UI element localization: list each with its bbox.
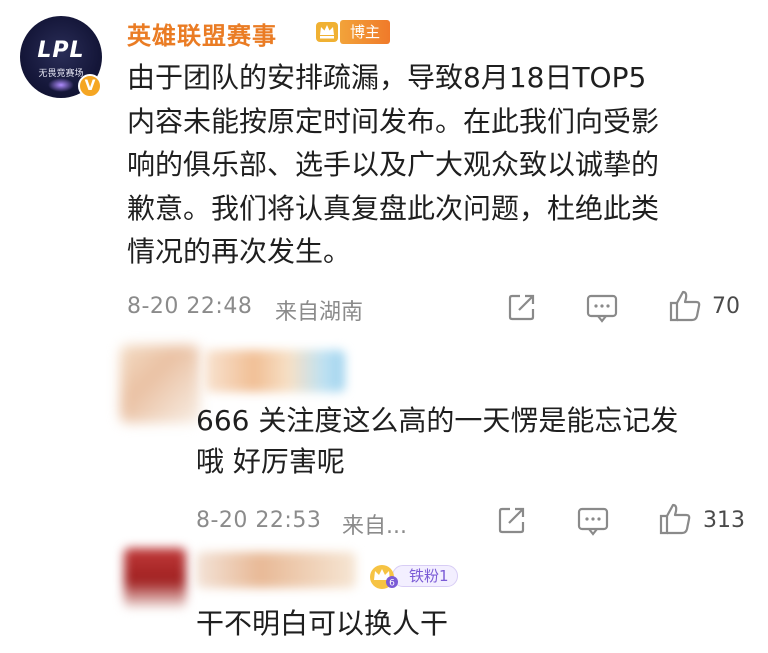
avatar[interactable]: [124, 548, 186, 608]
comment-text: 干不明白可以换人干: [196, 607, 449, 640]
username-redacted[interactable]: [196, 552, 356, 588]
fan-badge: 铁粉1 6: [368, 562, 468, 590]
svg-text:6: 6: [389, 579, 395, 589]
comment-item: 铁粉1 6 干不明白可以换人干: [0, 0, 768, 653]
fan-crown-icon: 6: [370, 565, 398, 589]
